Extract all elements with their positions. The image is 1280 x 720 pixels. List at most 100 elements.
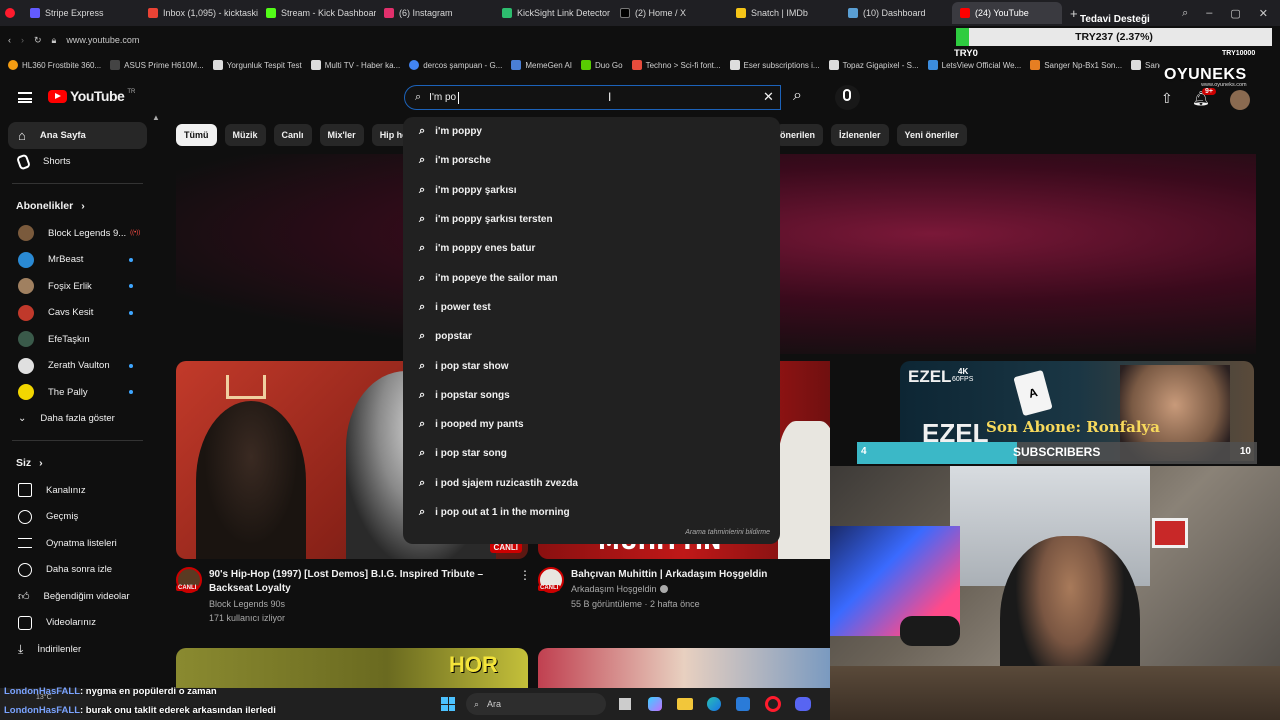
chip-music[interactable]: Müzik bbox=[224, 124, 266, 146]
card-icon: A bbox=[1013, 369, 1053, 417]
sidebar-channel[interactable]: Cavs Kesit bbox=[0, 300, 155, 327]
suggestion-item[interactable]: ⌕ i'm poppy enes batur bbox=[403, 234, 780, 263]
chip-watched[interactable]: İzlenenler bbox=[831, 124, 889, 146]
taskview-icon[interactable] bbox=[619, 698, 631, 710]
upload-icon[interactable]: ⇧ bbox=[1161, 90, 1173, 107]
chip-mixes[interactable]: Mix'ler bbox=[319, 124, 364, 146]
chip-recommended[interactable]: önerilen bbox=[776, 124, 824, 146]
chip-all[interactable]: Tümü bbox=[176, 124, 217, 146]
bookmark-item[interactable]: dercos şampuan - G... bbox=[409, 60, 502, 70]
tab-dashboard[interactable]: (10) Dashboard bbox=[840, 2, 952, 24]
sidebar-item-watch-later[interactable]: Daha sonra izle bbox=[0, 557, 155, 584]
bookmark-item[interactable]: ASUS Prime H610M... bbox=[110, 60, 204, 70]
bookmark-item[interactable]: MemeGen AI bbox=[511, 60, 572, 70]
thumbs-up-icon: 👍︎ bbox=[18, 590, 30, 603]
youtube-logo[interactable]: YouTube TR bbox=[48, 88, 135, 104]
suggestion-item[interactable]: ⌕ i'm poppy şarkısı tersten bbox=[403, 205, 780, 234]
donation-max: TRY10000 bbox=[1222, 50, 1256, 57]
tab-x[interactable]: (2) Home / X bbox=[612, 2, 728, 24]
explorer-icon[interactable] bbox=[677, 698, 693, 710]
microphone-icon bbox=[843, 89, 851, 101]
sidebar-item-playlists[interactable]: Oynatma listeleri bbox=[0, 530, 155, 557]
bookmark-item[interactable]: Duo Go bbox=[581, 60, 623, 70]
sidebar-item-downloads[interactable]: ⤓ İndirilenler bbox=[0, 636, 155, 663]
sidebar-channel[interactable]: MrBeast bbox=[0, 247, 155, 274]
sidebar-item-your-videos[interactable]: Videolarınız bbox=[0, 610, 155, 637]
suggestion-item[interactable]: ⌕ i pop out at 1 in the morning bbox=[403, 498, 780, 527]
hamburger-menu-icon[interactable] bbox=[18, 92, 32, 103]
chevron-right-icon: › bbox=[39, 457, 43, 469]
sidebar-channel[interactable]: Zerath Vaulton bbox=[0, 353, 155, 380]
suggestion-item[interactable]: ⌕ i'm poppy şarkısı bbox=[403, 176, 780, 205]
discord-icon[interactable] bbox=[795, 697, 811, 711]
suggestion-item[interactable]: ⌕ i'm popeye the sailor man bbox=[403, 263, 780, 292]
suggestion-item[interactable]: ⌕ i pooped my pants bbox=[403, 410, 780, 439]
voice-search-button[interactable] bbox=[835, 85, 860, 110]
tab-stripe[interactable]: Stripe Express bbox=[22, 2, 140, 24]
sidebar-scroll-up-icon[interactable]: ▲ bbox=[152, 113, 160, 122]
tab-kicksight[interactable]: KickSight Link Detector bbox=[494, 2, 612, 24]
opera-menu-icon[interactable] bbox=[0, 2, 22, 24]
instagram-favicon-icon bbox=[384, 8, 394, 18]
suggestion-item[interactable]: ⌕ i'm poppy bbox=[403, 117, 780, 146]
more-options-icon[interactable]: ⋮ bbox=[519, 568, 531, 582]
suggestion-item[interactable]: ⌕ i pop star show bbox=[403, 351, 780, 380]
sidebar-channel[interactable]: Foşix Erlik bbox=[0, 273, 155, 300]
suggestion-item[interactable]: ⌕ i power test bbox=[403, 293, 780, 322]
search-input[interactable]: ⌕ I'm po I ✕ bbox=[404, 85, 781, 110]
bookmark-item[interactable]: Topaz Gigapixel - S... bbox=[828, 60, 919, 70]
chevron-right-icon: › bbox=[81, 200, 85, 212]
search-button[interactable]: ⌕ bbox=[783, 85, 823, 110]
suggestion-item[interactable]: ⌕ i'm porsche bbox=[403, 146, 780, 175]
donation-amount: TRY237 (2.37%) bbox=[1075, 31, 1153, 43]
url-field[interactable]: www.youtube.com bbox=[66, 35, 139, 45]
channel-name[interactable]: Arkadaşım Hoşgeldin bbox=[571, 584, 668, 594]
back-icon[interactable]: ‹ bbox=[8, 35, 11, 45]
suggestion-item[interactable]: ⌕ i pop star song bbox=[403, 439, 780, 468]
sidebar-item-shorts[interactable]: Shorts bbox=[0, 149, 155, 176]
tab-inbox[interactable]: Inbox (1,095) - kicktasking bbox=[140, 2, 258, 24]
video-title[interactable]: 90's Hip-Hop (1997) [Lost Demos] B.I.G. … bbox=[209, 568, 509, 596]
taskbar-search[interactable]: ⌕ Ara bbox=[466, 693, 606, 715]
edge-icon[interactable] bbox=[707, 697, 721, 711]
tab-instagram[interactable]: (6) Instagram bbox=[376, 2, 494, 24]
subscriptions-heading[interactable]: Abonelikler › bbox=[0, 192, 155, 220]
bookmark-item[interactable]: Yorgunluk Tespit Test bbox=[212, 60, 302, 70]
start-button[interactable] bbox=[441, 697, 455, 711]
reload-icon[interactable]: ↻ bbox=[34, 35, 42, 46]
chat-message: LondonHasFALL: nygma en popülerdi o zama… bbox=[4, 686, 217, 697]
bookmark-item[interactable]: Techno > Sci-fi font... bbox=[631, 60, 721, 70]
search-icon: ⌕ bbox=[474, 698, 480, 709]
lock-icon: 🔒︎ bbox=[51, 34, 57, 45]
video-title[interactable]: Bahçıvan Muhittin | Arkadaşım Hoşgeldin bbox=[571, 568, 826, 582]
sidebar-channel[interactable]: EfeTaşkın bbox=[0, 326, 155, 353]
sidebar-channel[interactable]: Block Legends 9... ((•)) bbox=[0, 220, 155, 247]
tab-imdb[interactable]: Snatch | IMDb bbox=[728, 2, 840, 24]
kicksight-favicon-icon bbox=[502, 8, 512, 18]
sidebar-item-home[interactable]: ⌂ Ana Sayfa bbox=[8, 122, 147, 149]
suggestion-item[interactable]: ⌕ popstar bbox=[403, 322, 780, 351]
sidebar-item-liked[interactable]: 👍︎ Beğendiğim videolar bbox=[0, 583, 155, 610]
you-heading[interactable]: Siz › bbox=[0, 449, 155, 477]
sidebar-item-history[interactable]: Geçmiş bbox=[0, 504, 155, 531]
chip-live[interactable]: Canlı bbox=[273, 124, 312, 146]
report-predictions-link[interactable]: Arama tahminlerini bildirme bbox=[403, 529, 780, 536]
copilot-icon[interactable] bbox=[648, 697, 662, 711]
bookmark-item[interactable]: Multi TV - Haber ka... bbox=[310, 60, 400, 70]
bookmark-item[interactable]: Eser subscriptions i... bbox=[729, 60, 820, 70]
clear-search-icon[interactable]: ✕ bbox=[763, 89, 774, 105]
chip-new[interactable]: Yeni öneriler bbox=[896, 124, 967, 146]
video-thumbnail[interactable] bbox=[538, 648, 830, 688]
tab-kick[interactable]: Stream - Kick Dashboard bbox=[258, 2, 376, 24]
sidebar-item-your-channel[interactable]: Kanalınız bbox=[0, 477, 155, 504]
channel-name[interactable]: Block Legends 90s bbox=[209, 599, 285, 609]
forward-icon[interactable]: › bbox=[21, 35, 24, 45]
avatar[interactable] bbox=[1230, 90, 1250, 110]
suggestion-item[interactable]: ⌕ i pod sjajem ruzicastih zvezda bbox=[403, 469, 780, 498]
bookmark-item[interactable]: HL360 Frostbite 360... bbox=[8, 60, 101, 70]
sidebar-channel[interactable]: The Pally bbox=[0, 379, 155, 406]
opera-icon[interactable] bbox=[765, 696, 781, 712]
store-icon[interactable] bbox=[736, 697, 750, 711]
suggestion-item[interactable]: ⌕ i popstar songs bbox=[403, 381, 780, 410]
show-more-button[interactable]: ⌄ Daha fazla göster bbox=[0, 406, 155, 433]
